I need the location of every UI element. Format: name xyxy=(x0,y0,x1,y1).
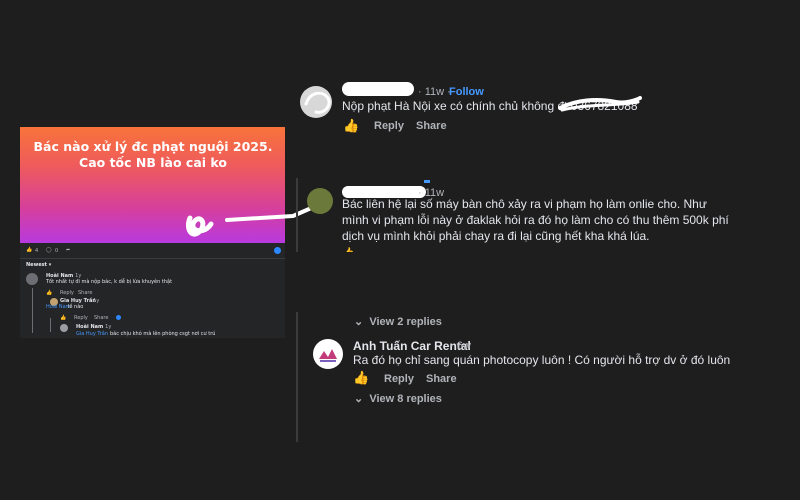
comment-time: · 1y xyxy=(102,324,112,330)
thread-line xyxy=(296,178,298,252)
thread-line xyxy=(50,318,51,332)
share-button[interactable]: Share xyxy=(94,315,108,321)
reply-button[interactable]: Reply xyxy=(374,120,404,132)
avatar[interactable] xyxy=(313,339,343,369)
like-icon[interactable]: 👍 xyxy=(353,370,369,386)
like-icon[interactable]: 👍 xyxy=(26,247,32,253)
comment-text: Tốt nhất tự đi mà nộp bác, k dễ bị lừa k… xyxy=(46,279,173,285)
status-badge xyxy=(424,180,430,183)
share-icon[interactable]: ➦ xyxy=(66,247,70,253)
comment-text: Bác liên hệ lại số máy bàn chô xảy ra vi… xyxy=(342,197,729,243)
like-icon[interactable]: 👍 xyxy=(46,290,52,296)
like-reaction-icon xyxy=(116,315,121,320)
like-icon[interactable]: 👍 xyxy=(60,315,66,321)
comment-author[interactable]: Hoài Nam xyxy=(76,324,103,330)
avatar[interactable] xyxy=(307,188,333,214)
share-button[interactable]: Share xyxy=(416,120,447,132)
follow-button[interactable]: Follow xyxy=(449,86,484,98)
comment-time: · 6w xyxy=(450,340,471,352)
name-redaction xyxy=(342,82,414,96)
reply-button[interactable]: Reply xyxy=(384,373,414,385)
comment-count: 0 xyxy=(55,248,59,254)
thread-line xyxy=(32,288,33,333)
view-replies-button[interactable]: ⌄ View 8 replies xyxy=(354,392,442,405)
avatar[interactable] xyxy=(26,273,38,285)
redaction-scribble xyxy=(304,91,331,114)
sort-dropdown[interactable]: Newest ▾ xyxy=(26,262,51,268)
redaction-scribble xyxy=(558,96,642,112)
car-rental-logo-icon xyxy=(319,349,337,362)
comment-mention[interactable]: Gia Huy Trần xyxy=(76,331,108,337)
like-icon[interactable]: 👍 xyxy=(343,118,359,134)
comment-time: · 11w · xyxy=(418,86,451,98)
like-icon[interactable]: 👍 xyxy=(343,247,354,252)
comment-text: lề nào xyxy=(68,304,84,310)
reply-button[interactable]: Reply xyxy=(60,290,74,296)
divider xyxy=(20,258,285,259)
avatar[interactable] xyxy=(60,324,68,332)
thread-line xyxy=(296,312,298,442)
view-replies-button[interactable]: ⌄ View 2 replies xyxy=(354,315,442,328)
comment-mention[interactable]: Hoài Nam xyxy=(46,304,71,310)
share-button[interactable]: Share xyxy=(426,373,457,385)
comment-icon[interactable]: ◯ xyxy=(46,247,52,253)
reply-button[interactable]: Reply xyxy=(74,315,88,321)
comment-text: bác chịu khó mà lên phòng csgt nơi cư tr… xyxy=(110,331,216,337)
comment-text: Ra đó họ chỉ sang quán photocopy luôn ! … xyxy=(353,353,731,367)
comment-time: · 1y xyxy=(90,298,100,304)
share-button[interactable]: Share xyxy=(78,290,92,296)
post-text: Bác nào xử lý đc phạt nguội 2025. Cao tố… xyxy=(33,139,273,170)
like-count: 4 xyxy=(35,248,39,254)
